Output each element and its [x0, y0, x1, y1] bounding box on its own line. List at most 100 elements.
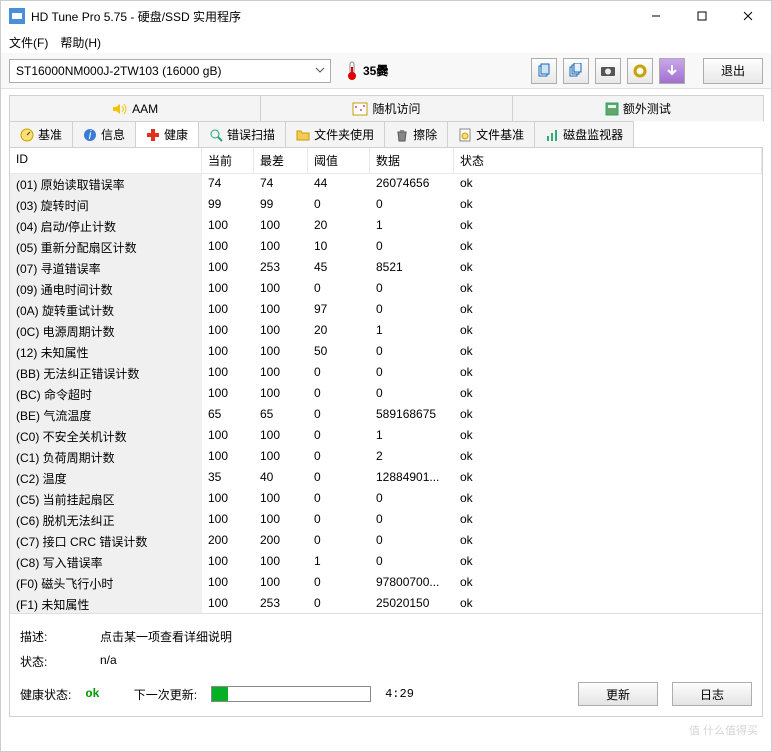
cell-thr: 44 — [308, 174, 370, 195]
cell-stat: ok — [454, 573, 762, 594]
table-row[interactable]: (01) 原始读取错误率74744426074656ok — [10, 174, 762, 195]
log-button[interactable]: 日志 — [672, 682, 752, 706]
menu-file[interactable]: 文件(F) — [9, 34, 48, 51]
cell-stat: ok — [454, 531, 762, 552]
cell-cur: 100 — [202, 237, 254, 258]
cell-thr: 0 — [308, 594, 370, 614]
col-header-id[interactable]: ID — [10, 148, 202, 173]
cell-worst: 100 — [254, 237, 308, 258]
table-row[interactable]: (BC) 命令超时10010000ok — [10, 384, 762, 405]
tab-disk-monitor[interactable]: 磁盘监视器 — [534, 121, 634, 147]
table-row[interactable]: (F0) 磁头飞行小时100100097800700...ok — [10, 573, 762, 594]
col-header-current[interactable]: 当前 — [202, 148, 254, 173]
drive-select[interactable]: ST16000NM000J-2TW103 (16000 gB) — [9, 59, 331, 83]
copy-all-button[interactable] — [563, 58, 589, 84]
cell-data: 26074656 — [370, 174, 454, 195]
smart-table-body[interactable]: (01) 原始读取错误率74744426074656ok(03) 旋转时间999… — [10, 174, 762, 614]
table-row[interactable]: (C0) 不安全关机计数10010001ok — [10, 426, 762, 447]
camera-icon — [600, 63, 616, 79]
cell-id: (C0) 不安全关机计数 — [10, 426, 202, 447]
cell-stat: ok — [454, 300, 762, 321]
table-row[interactable]: (04) 启动/停止计数100100201ok — [10, 216, 762, 237]
cell-data: 1 — [370, 216, 454, 237]
cell-id: (C6) 脱机无法纠正 — [10, 510, 202, 531]
update-button[interactable]: 更新 — [578, 682, 658, 706]
tab-erase[interactable]: 擦除 — [384, 121, 448, 147]
cell-cur: 100 — [202, 510, 254, 531]
health-cross-icon — [146, 128, 160, 142]
menu-help[interactable]: 帮助(H) — [60, 34, 101, 51]
tab-error-scan[interactable]: 错误扫描 — [198, 121, 286, 147]
cell-stat: ok — [454, 489, 762, 510]
tab-random-access[interactable]: 随机访问 — [260, 95, 512, 121]
table-row[interactable]: (09) 通电时间计数10010000ok — [10, 279, 762, 300]
screenshot-button[interactable] — [595, 58, 621, 84]
cell-stat: ok — [454, 384, 762, 405]
menu-bar: 文件(F) 帮助(H) — [1, 31, 771, 53]
tab-file-benchmark[interactable]: 文件基准 — [447, 121, 535, 147]
tab-extra-tests[interactable]: 额外测试 — [512, 95, 764, 121]
table-row[interactable]: (07) 寻道错误率100253458521ok — [10, 258, 762, 279]
copy-icon — [536, 63, 552, 79]
cell-stat: ok — [454, 174, 762, 195]
tab-folder-usage[interactable]: 文件夹使用 — [285, 121, 385, 147]
maximize-button[interactable] — [679, 1, 725, 31]
app-icon — [9, 8, 25, 24]
col-header-data[interactable]: 数据 — [370, 148, 454, 173]
table-row[interactable]: (C2) 温度3540012884901...ok — [10, 468, 762, 489]
close-button[interactable] — [725, 1, 771, 31]
tab-info[interactable]: i 信息 — [72, 121, 136, 147]
cell-stat: ok — [454, 363, 762, 384]
cell-cur: 100 — [202, 426, 254, 447]
cell-id: (F1) 未知属性 — [10, 594, 202, 614]
options-button[interactable] — [627, 58, 653, 84]
table-row[interactable]: (C1) 负荷周期计数10010002ok — [10, 447, 762, 468]
cell-worst: 100 — [254, 384, 308, 405]
save-button[interactable] — [659, 58, 685, 84]
cell-worst: 100 — [254, 426, 308, 447]
cell-id: (C2) 温度 — [10, 468, 202, 489]
cell-data: 8521 — [370, 258, 454, 279]
table-row[interactable]: (F1) 未知属性100253025020150ok — [10, 594, 762, 614]
table-row[interactable]: (BE) 气流温度65650589168675ok — [10, 405, 762, 426]
cell-data: 0 — [370, 531, 454, 552]
status-label: 状态: — [20, 653, 100, 670]
cell-stat: ok — [454, 216, 762, 237]
cell-thr: 50 — [308, 342, 370, 363]
thermometer-icon — [345, 61, 359, 81]
exit-button[interactable]: 退出 — [703, 58, 763, 84]
table-row[interactable]: (0A) 旋转重试计数100100970ok — [10, 300, 762, 321]
cell-cur: 65 — [202, 405, 254, 426]
file-gauge-icon — [458, 128, 472, 142]
cell-data: 0 — [370, 237, 454, 258]
col-header-status[interactable]: 状态 — [454, 148, 762, 173]
col-header-worst[interactable]: 最差 — [254, 148, 308, 173]
cell-worst: 100 — [254, 216, 308, 237]
table-row[interactable]: (0C) 电源周期计数100100201ok — [10, 321, 762, 342]
tab-aam[interactable]: AAM — [9, 95, 261, 121]
table-row[interactable]: (BB) 无法纠正错误计数10010000ok — [10, 363, 762, 384]
table-row[interactable]: (C7) 接口 CRC 错误计数20020000ok — [10, 531, 762, 552]
cell-cur: 100 — [202, 258, 254, 279]
health-status-label: 健康状态: — [20, 686, 71, 703]
cell-cur: 100 — [202, 300, 254, 321]
table-row[interactable]: (C8) 写入错误率10010010ok — [10, 552, 762, 573]
cell-thr: 0 — [308, 195, 370, 216]
copy-button[interactable] — [531, 58, 557, 84]
cell-id: (09) 通电时间计数 — [10, 279, 202, 300]
table-row[interactable]: (05) 重新分配扇区计数100100100ok — [10, 237, 762, 258]
cell-cur: 100 — [202, 363, 254, 384]
tab-benchmark[interactable]: 基准 — [9, 121, 73, 147]
cell-thr: 97 — [308, 300, 370, 321]
col-header-threshold[interactable]: 阈值 — [308, 148, 370, 173]
table-row[interactable]: (03) 旋转时间999900ok — [10, 195, 762, 216]
cell-id: (F0) 磁头飞行小时 — [10, 573, 202, 594]
table-row[interactable]: (12) 未知属性100100500ok — [10, 342, 762, 363]
chart-icon — [545, 128, 559, 142]
tab-health[interactable]: 健康 — [135, 121, 199, 147]
minimize-button[interactable] — [633, 1, 679, 31]
cell-id: (C5) 当前挂起扇区 — [10, 489, 202, 510]
cell-data: 0 — [370, 279, 454, 300]
table-row[interactable]: (C6) 脱机无法纠正10010000ok — [10, 510, 762, 531]
table-row[interactable]: (C5) 当前挂起扇区10010000ok — [10, 489, 762, 510]
